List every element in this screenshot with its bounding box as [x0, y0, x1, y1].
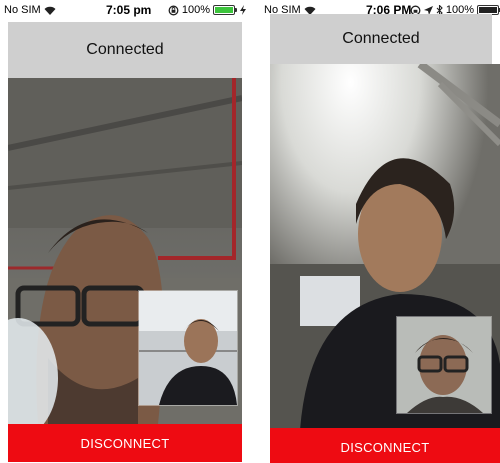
self-view-pip[interactable] — [138, 290, 238, 406]
call-status-title: Connected — [342, 30, 420, 47]
right-phone-screen: No SIM 7:06 PM 100% Connected DISCONNECT — [262, 0, 500, 463]
self-view-pip[interactable] — [396, 316, 492, 414]
wifi-icon — [44, 6, 56, 15]
battery-percent: 100% — [181, 4, 210, 16]
status-left: No SIM — [4, 4, 56, 16]
remote-video-feed — [8, 78, 242, 424]
remote-video-feed — [270, 64, 500, 430]
rotation-lock-icon — [168, 5, 179, 16]
carrier-label: No SIM — [4, 4, 41, 16]
battery-icon — [213, 5, 237, 15]
disconnect-button[interactable]: DISCONNECT — [270, 428, 500, 463]
call-status-header: Connected — [8, 22, 242, 78]
left-phone-screen: No SIM 7:05 pm 100% Connected DISCONNECT — [0, 0, 250, 463]
call-status-title: Connected — [86, 41, 164, 58]
status-bar: No SIM 7:05 pm 100% — [0, 0, 250, 21]
call-status-header: Connected — [270, 14, 492, 64]
status-time: 7:05 pm — [106, 3, 152, 17]
status-right: 100% — [168, 4, 246, 16]
disconnect-button[interactable]: DISCONNECT — [8, 424, 242, 462]
charging-icon — [240, 5, 246, 15]
